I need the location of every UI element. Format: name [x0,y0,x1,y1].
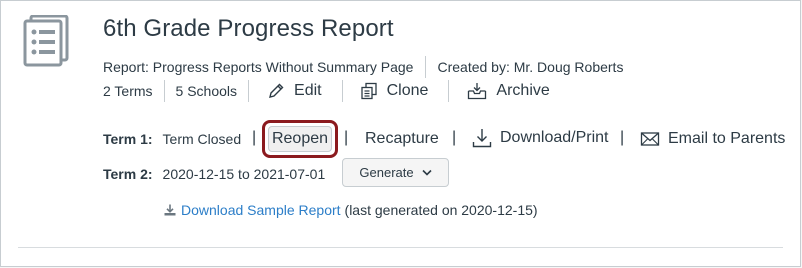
sample-report-row: Download Sample Report (last generated o… [164,202,538,218]
report-meta: Report: Progress Reports Without Summary… [103,56,623,78]
envelope-icon [640,132,660,146]
term1-row: Term 1: Term Closed [103,131,241,147]
archive-icon [468,83,487,100]
term1-separator: | [344,129,349,146]
pencil-icon [269,83,284,98]
edit-button[interactable]: Edit [249,78,342,104]
report-card: 6th Grade Progress Report Report: Progre… [0,0,801,267]
bottom-divider [18,247,783,248]
term1-status: Term Closed [162,131,242,147]
chevron-down-icon [422,169,432,176]
term1-label: Term 1: [103,131,153,147]
reopen-highlight: Reopen [262,120,338,158]
edit-label: Edit [294,82,322,99]
report-actions: 2 Terms 5 Schools Edit Clone Archive [103,78,550,104]
schools-count: 5 Schools [175,83,238,99]
download-sample-report-link[interactable]: Download Sample Report [181,202,341,218]
terms-count: 2 Terms [103,83,153,99]
clone-label: Clone [386,82,429,99]
archive-button[interactable]: Archive [449,78,550,104]
report-document-icon [23,14,73,67]
download-print-label: Download/Print [500,129,609,146]
term1-separator: | [252,129,257,146]
email-parents-label: Email to Parents [668,130,786,147]
report-title: 6th Grade Progress Report [103,15,394,42]
sample-generated-note: (last generated on 2020-12-15) [344,202,538,218]
generate-button[interactable]: Generate [342,158,449,187]
created-by: Created by: Mr. Doug Roberts [437,59,624,75]
generate-label: Generate [359,165,414,180]
clone-button[interactable]: Clone [343,78,449,104]
term1-separator: | [620,129,625,146]
download-icon [472,129,492,148]
email-parents-button[interactable]: Email to Parents [640,130,785,148]
download-small-icon [164,204,176,216]
report-type: Report: Progress Reports Without Summary… [103,59,414,75]
term2-row: Term 2: 2020-12-15 to 2021-07-01 [103,166,325,182]
archive-label: Archive [496,82,550,99]
clone-icon [360,82,377,100]
term2-dates: 2020-12-15 to 2021-07-01 [162,166,326,182]
recapture-button[interactable]: Recapture [365,130,439,148]
term2-label: Term 2: [103,166,153,182]
term1-separator: | [452,129,457,146]
download-print-button[interactable]: Download/Print [472,128,609,148]
reopen-button[interactable]: Reopen [268,126,332,152]
